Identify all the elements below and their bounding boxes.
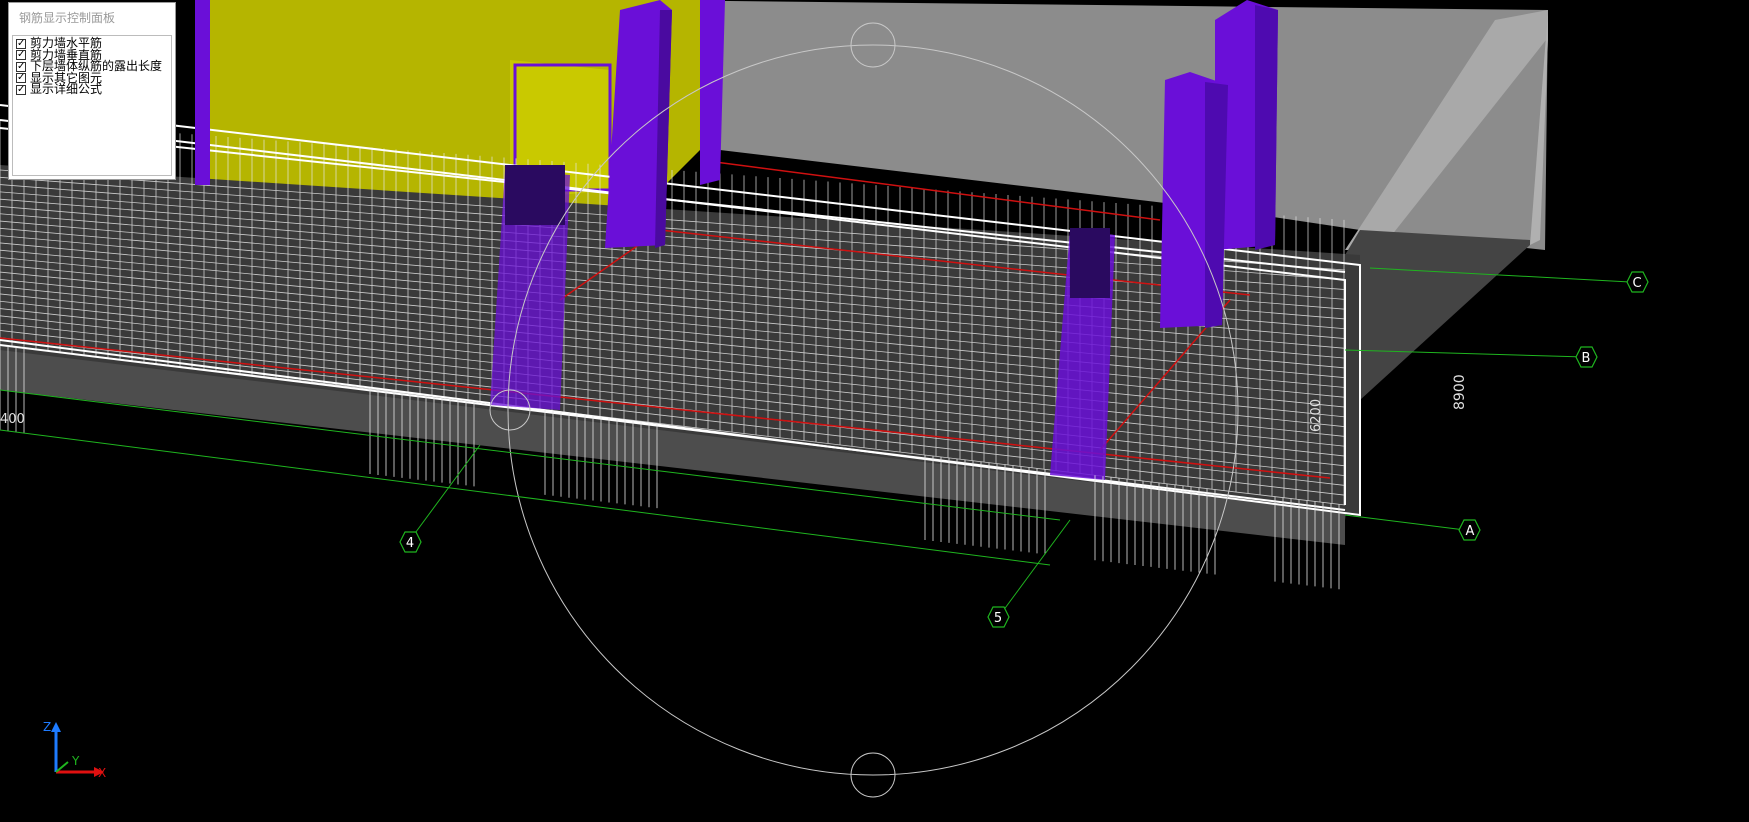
svg-text:Y: Y	[71, 754, 80, 768]
checkbox-icon[interactable]: ✓	[16, 84, 26, 95]
svg-text:4: 4	[406, 536, 414, 551]
checkbox-icon[interactable]: ✓	[16, 61, 26, 72]
checkbox-icon[interactable]: ✓	[16, 73, 26, 84]
grid-axis-B: B	[1575, 346, 1598, 368]
svg-text:A: A	[1466, 524, 1475, 539]
option-label: 显示详细公式	[30, 82, 103, 96]
checkbox-icon[interactable]: ✓	[16, 50, 26, 61]
svg-text:C: C	[1632, 276, 1641, 291]
rebar-display-control-panel: 钢筋显示控制面板 ✓ 剪力墙水平筋 ✓ 剪力墙垂直筋 ✓ 下层墙体纵筋的露出长度…	[8, 2, 176, 180]
svg-text:5: 5	[994, 611, 1002, 626]
option-show-detailed-formula[interactable]: ✓ 显示详细公式	[13, 82, 171, 96]
svg-text:X: X	[98, 766, 106, 780]
panel-title: 钢筋显示控制面板	[19, 11, 116, 25]
grid-axis-C: C	[1626, 271, 1649, 293]
3d-viewport[interactable]: A B C 4 5 8900 6200 400 Z X Y	[0, 0, 1749, 822]
grid-axis-4: 4	[399, 531, 422, 553]
svg-text:Z: Z	[43, 720, 51, 734]
dimension-6200: 6200	[1309, 399, 1324, 432]
dimension-400: 400	[0, 412, 25, 427]
dimension-8900: 8900	[1452, 374, 1468, 410]
panel-options-list: ✓ 剪力墙水平筋 ✓ 剪力墙垂直筋 ✓ 下层墙体纵筋的露出长度 ✓ 显示其它图元…	[12, 35, 172, 176]
grid-axis-5: 5	[987, 606, 1010, 628]
checkbox-icon[interactable]: ✓	[16, 38, 26, 49]
grid-axis-A: A	[1458, 519, 1481, 541]
svg-text:B: B	[1582, 351, 1591, 366]
